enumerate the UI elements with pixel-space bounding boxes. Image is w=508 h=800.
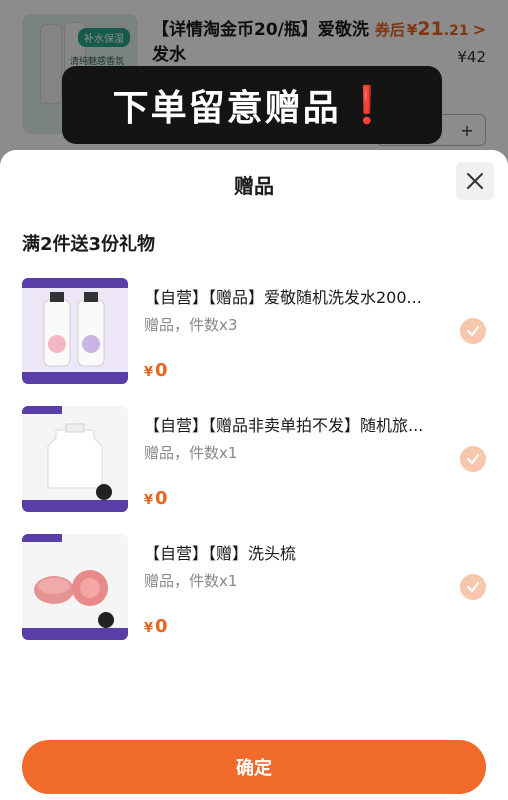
gift-item-name: 【自营】【赠品】爱敬随机洗发水200... xyxy=(144,288,422,307)
price-currency: ¥ xyxy=(144,621,154,636)
gift-item[interactable]: 【自营】【赠品】爱敬随机洗发水200... 赠品，件数x3 ¥ 0 xyxy=(0,278,508,388)
checked-checkbox[interactable] xyxy=(460,574,486,600)
gift-item-name: 【自营】【赠】洗头梳 xyxy=(144,544,297,563)
gift-item[interactable]: 【自营】【赠】洗头梳 赠品，件数x1 ¥ 0 xyxy=(0,534,508,644)
gift-item-image xyxy=(22,534,128,640)
gift-item-price: ¥ 0 xyxy=(144,360,168,381)
checkmark-icon xyxy=(467,582,479,592)
gift-item-price: ¥ 0 xyxy=(144,616,168,637)
image-band xyxy=(22,372,128,384)
confirm-button[interactable]: 确定 xyxy=(22,740,486,794)
sheet-title: 赠品 xyxy=(234,174,274,198)
gift-item-image xyxy=(22,406,128,512)
gift-sheet: 赠品 满2件送3份礼物 【自营】【赠品】爱敬随机洗发水200... 赠品，件数x… xyxy=(0,150,508,800)
shampoo-bottles-image xyxy=(43,292,105,367)
image-band xyxy=(22,500,128,512)
gift-rule-title: 满2件送3份礼物 xyxy=(22,234,156,255)
close-button[interactable] xyxy=(456,162,494,200)
scalp-comb-image xyxy=(22,534,114,628)
checkmark-icon xyxy=(467,454,479,464)
gift-item[interactable]: 【自营】【赠品非卖单拍不发】随机旅... 赠品，件数x1 ¥ 0 xyxy=(0,406,508,516)
price-value: 0 xyxy=(155,488,168,509)
image-band xyxy=(22,628,128,640)
travel-pouch-image xyxy=(22,406,112,500)
gift-item-quantity: 赠品，件数x1 xyxy=(144,444,238,462)
notice-banner: 下单留意赠品 ❗ xyxy=(62,66,442,144)
gift-item-quantity: 赠品，件数x1 xyxy=(144,572,238,590)
gift-item-name: 【自营】【赠品非卖单拍不发】随机旅... xyxy=(144,416,424,435)
checkmark-icon xyxy=(467,326,479,336)
price-currency: ¥ xyxy=(144,365,154,380)
price-currency: ¥ xyxy=(144,493,154,508)
checked-checkbox[interactable] xyxy=(460,318,486,344)
close-icon xyxy=(467,173,483,189)
price-value: 0 xyxy=(155,360,168,381)
gift-item-quantity: 赠品，件数x3 xyxy=(144,316,238,334)
exclamation-icon: ❗ xyxy=(344,85,392,126)
price-value: 0 xyxy=(155,616,168,637)
gift-item-image xyxy=(22,278,128,384)
checked-checkbox[interactable] xyxy=(460,446,486,472)
banner-text: 下单留意赠品 xyxy=(112,88,341,129)
gift-item-price: ¥ 0 xyxy=(144,488,168,509)
